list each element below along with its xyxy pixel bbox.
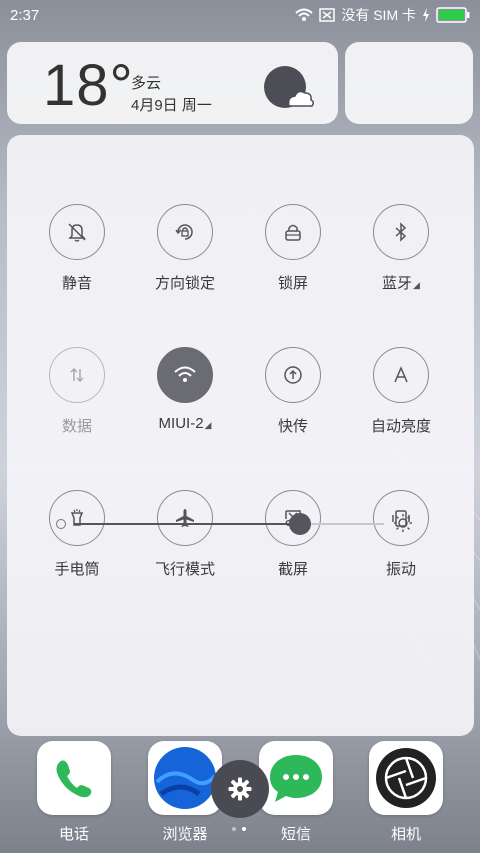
toggle-label: 手电筒 bbox=[54, 561, 100, 578]
toggle-label: 振动 bbox=[385, 561, 416, 578]
toggle-mobile-data[interactable]: 数据 bbox=[22, 347, 132, 436]
toggle-airplane-mode[interactable]: 飞行模式 bbox=[130, 490, 240, 579]
battery-icon bbox=[436, 7, 470, 23]
weather-condition: 多云 bbox=[131, 75, 162, 92]
status-icons: 没有 SIM 卡 bbox=[295, 5, 470, 25]
dock-label: 电话 bbox=[58, 826, 89, 843]
toggle-label: 数据 bbox=[61, 418, 92, 435]
toggle-quick-transfer[interactable]: 快传 bbox=[238, 347, 348, 436]
toggle-auto-brightness[interactable]: 自动亮度 bbox=[346, 347, 456, 436]
flashlight-icon bbox=[49, 490, 105, 546]
page-dot-active bbox=[242, 827, 246, 831]
toggle-label: 蓝牙◢ bbox=[382, 275, 420, 292]
toggle-label: 方向锁定 bbox=[154, 275, 215, 292]
toggle-vibrate[interactable]: 振动 bbox=[346, 490, 456, 579]
toggle-silent[interactable]: 静音 bbox=[22, 204, 132, 293]
brightness-fill bbox=[74, 523, 301, 525]
airplane-icon bbox=[157, 490, 213, 546]
weather-temperature: 18° bbox=[43, 53, 134, 118]
weather-date: 4月9日 周一 bbox=[131, 97, 212, 114]
brightness-high-icon bbox=[394, 514, 412, 532]
bell-off-icon bbox=[49, 204, 105, 260]
toggle-flashlight[interactable]: 手电筒 bbox=[22, 490, 132, 579]
phone-icon bbox=[37, 741, 111, 815]
expand-triangle-icon: ◢ bbox=[413, 280, 420, 290]
cloudy-icon bbox=[264, 66, 315, 108]
side-card[interactable] bbox=[345, 42, 473, 124]
charging-icon bbox=[423, 8, 429, 22]
messages-icon bbox=[259, 741, 333, 815]
gear-icon bbox=[228, 777, 252, 801]
upload-icon bbox=[265, 347, 321, 403]
no-sim-icon bbox=[319, 8, 336, 22]
wifi-status-icon bbox=[295, 8, 313, 21]
camera-icon bbox=[369, 741, 443, 815]
brightness-slider[interactable] bbox=[74, 513, 384, 535]
status-bar: 2:37 没有 SIM 卡 bbox=[0, 0, 480, 30]
dock-label: 浏览器 bbox=[162, 826, 208, 843]
toggle-bluetooth[interactable]: 蓝牙◢ bbox=[346, 204, 456, 293]
toggle-screenshot[interactable]: 截屏 bbox=[238, 490, 348, 579]
dock-app-messages[interactable]: 短信 bbox=[259, 741, 333, 844]
toggle-label: 截屏 bbox=[277, 561, 308, 578]
settings-button[interactable] bbox=[211, 760, 269, 818]
toggle-label: 快传 bbox=[277, 418, 308, 435]
weather-card[interactable]: 18° 多云 4月9日 周一 bbox=[7, 42, 338, 124]
wifi-icon bbox=[157, 347, 213, 403]
bluetooth-icon bbox=[373, 204, 429, 260]
status-time: 2:37 bbox=[10, 6, 40, 24]
auto-brightness-icon bbox=[373, 347, 429, 403]
dock-label: 短信 bbox=[280, 826, 311, 843]
toggle-label: 飞行模式 bbox=[154, 561, 215, 578]
expand-triangle-icon: ◢ bbox=[204, 420, 212, 430]
brightness-low-icon bbox=[56, 519, 66, 529]
lock-icon bbox=[265, 204, 321, 260]
toggle-wifi[interactable]: MIUI-2◢ bbox=[130, 347, 240, 432]
toggle-lock-screen[interactable]: 锁屏 bbox=[238, 204, 348, 293]
page-indicator bbox=[232, 827, 246, 831]
dock-label: 相机 bbox=[390, 826, 421, 843]
rotation-lock-icon bbox=[157, 204, 213, 260]
browser-icon bbox=[148, 741, 222, 815]
page-dot bbox=[232, 827, 236, 831]
dock-app-phone[interactable]: 电话 bbox=[37, 741, 111, 844]
toggle-label: 自动亮度 bbox=[370, 418, 431, 435]
toggle-label: 静音 bbox=[61, 275, 92, 292]
dock-app-camera[interactable]: 相机 bbox=[369, 741, 443, 844]
carrier-text: 没有 SIM 卡 bbox=[341, 7, 416, 23]
toggle-rotation-lock[interactable]: 方向锁定 bbox=[130, 204, 240, 293]
data-icon bbox=[49, 347, 105, 403]
toggle-label: MIUI-2◢ bbox=[158, 415, 212, 432]
toggle-label: 锁屏 bbox=[277, 275, 308, 292]
